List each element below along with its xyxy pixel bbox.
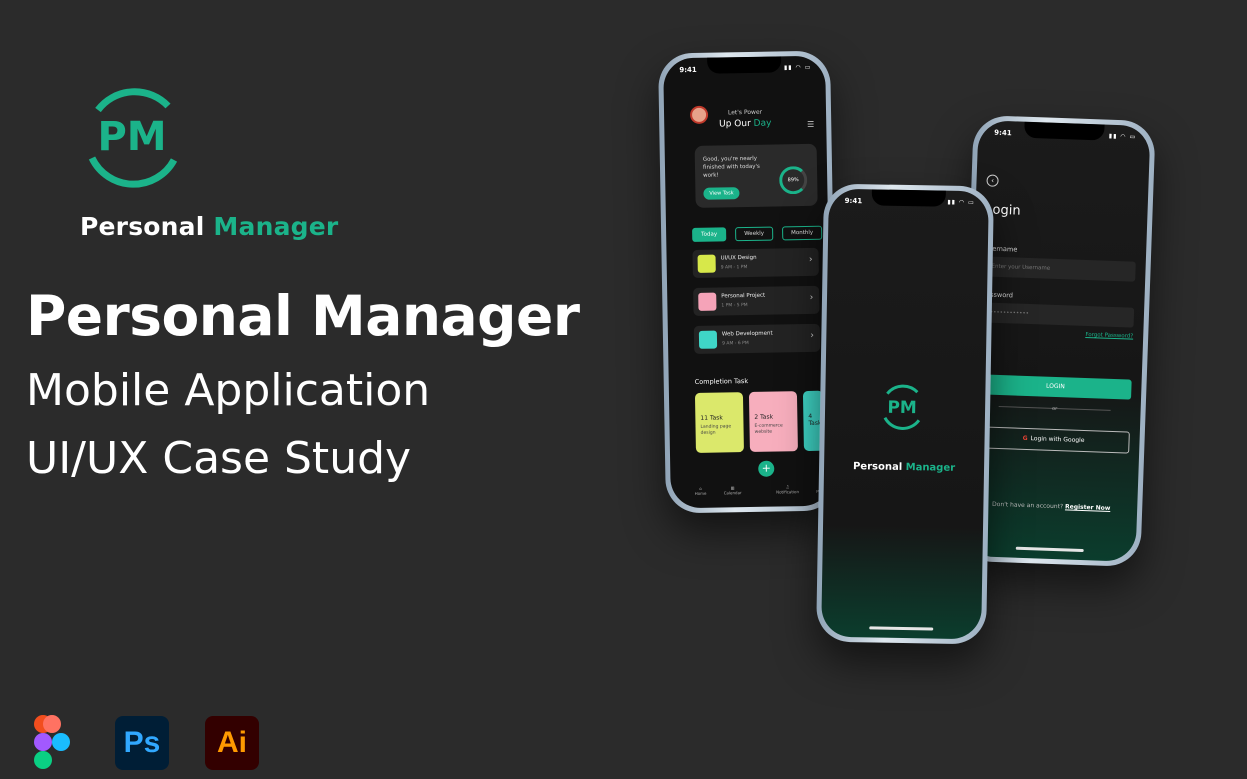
task-time: 1 PM - 5 PM: [721, 303, 748, 309]
task-time: 9 AM - 6 PM: [722, 340, 749, 347]
headline-subtitle-1: Mobile Application: [26, 365, 431, 416]
tab-monthly[interactable]: Monthly: [782, 225, 823, 241]
nav-home-label: Home: [694, 490, 707, 496]
tab-weekly[interactable]: Weekly: [735, 226, 774, 242]
task-item[interactable]: Web Development 9 AM - 6 PM ›: [693, 323, 821, 354]
task-title: Personal Project: [721, 292, 766, 300]
view-task-button[interactable]: View Task: [703, 187, 740, 200]
nav-calendar-label: Calendar: [723, 490, 742, 496]
status-time: 9:41: [844, 196, 863, 206]
chevron-right-icon: ›: [810, 330, 815, 341]
password-input[interactable]: ••••••••••••: [981, 302, 1135, 328]
task-thumbnail: [697, 254, 716, 273]
headline-subtitle-2: UI/UX Case Study: [26, 433, 412, 484]
progress-ring: 89%: [778, 165, 808, 195]
splash-brand-part1: Personal: [852, 461, 903, 473]
status-time: 9:41: [994, 128, 1012, 138]
task-thumbnail: [698, 292, 717, 311]
splash-logo: PM: [883, 384, 921, 430]
phone-home-mockup: 9:41 ▮▮ ◠ ▭ Let's Power Up Our Day ☰ Goo…: [657, 50, 839, 514]
period-tabs: Today Weekly Monthly: [692, 225, 823, 242]
nav-notification[interactable]: ♫ Notification: [776, 484, 799, 494]
completion-card[interactable]: 11 Task Landing page design: [694, 392, 744, 453]
nav-home[interactable]: ⌂ Home: [695, 486, 707, 496]
svg-text:PM: PM: [887, 398, 917, 419]
google-icon: G: [1022, 434, 1028, 443]
task-thumbnail: [698, 330, 718, 349]
nav-notification-label: Notification: [776, 489, 800, 495]
greeting-small: Let's Power: [727, 108, 763, 117]
task-item[interactable]: Personal Project 1 PM - 5 PM ›: [693, 285, 820, 316]
greeting-main-text: Up Our: [719, 118, 751, 130]
bottom-nav: ⌂Home ▦Calendar ♫Notification ☺Profile: [695, 484, 829, 496]
register-link[interactable]: Register Now: [1065, 503, 1111, 512]
completion-card-sub: Landing page design: [700, 424, 732, 436]
no-account-text: Don't have an account?: [991, 500, 1064, 511]
chevron-right-icon: ›: [809, 292, 814, 303]
progress-card: Good, you're nearly finished with today'…: [694, 143, 818, 208]
username-input[interactable]: Enter your Username: [983, 256, 1136, 282]
splash-brand: Personal Manager: [824, 461, 984, 475]
chevron-right-icon: ›: [808, 254, 813, 265]
task-title: UI/UX Design: [720, 254, 757, 262]
status-icons: ▮▮ ◠ ▭: [947, 198, 975, 207]
greeting-accent: Day: [753, 118, 772, 129]
svg-text:PM: PM: [97, 114, 166, 160]
home-screen: 9:41 ▮▮ ◠ ▭ Let's Power Up Our Day ☰ Goo…: [663, 55, 833, 509]
personal-manager-logo: PM: [88, 88, 178, 188]
status-icons: ▮▮ ◠ ▭: [783, 63, 812, 72]
splash-brand-part2: Manager: [905, 462, 956, 474]
login-screen: 9:41 ▮▮ ◠ ▭ ‹ Login Username Enter your …: [963, 120, 1151, 562]
task-title: Web Development: [721, 330, 773, 338]
register-prompt: Don't have an account? Register Now: [965, 500, 1137, 513]
notch: [871, 189, 946, 207]
nav-calendar[interactable]: ▦ Calendar: [724, 485, 742, 495]
google-login-button[interactable]: G Login with Google: [977, 426, 1130, 454]
or-divider: or: [998, 406, 1111, 412]
phone-splash-mockup: 9:41 ▮▮ ◠ ▭ PM Personal Manager: [816, 183, 994, 645]
completion-card[interactable]: 2 Task E-commerce website: [748, 391, 798, 452]
back-icon[interactable]: ‹: [986, 174, 999, 187]
completion-title: Completion Task: [694, 377, 749, 386]
greeting-main: Up Our Day: [664, 118, 826, 131]
completion-card-title: 11 Task: [700, 414, 723, 422]
filter-icon[interactable]: ☰: [807, 120, 814, 129]
illustrator-icon: Ai: [205, 716, 259, 770]
completion-card-title: 2 Task: [754, 413, 774, 421]
brand-name-part1: Personal: [80, 212, 205, 241]
task-item[interactable]: UI/UX Design 9 AM - 1 PM ›: [692, 247, 819, 278]
home-indicator: [869, 626, 934, 631]
google-login-label: Login with Google: [1030, 435, 1085, 445]
figma-icon: [30, 715, 74, 770]
brand-name: Personal Manager: [80, 212, 338, 241]
add-task-button[interactable]: +: [758, 460, 775, 477]
home-indicator: [1015, 546, 1085, 553]
brand-name-part2: Manager: [213, 212, 339, 241]
task-time: 9 AM - 1 PM: [720, 265, 748, 271]
forgot-password-link[interactable]: Forgot Password?: [1085, 332, 1133, 340]
notch: [1024, 121, 1105, 141]
progress-text: Good, you're nearly finished with today'…: [702, 155, 760, 179]
status-icons: ▮▮ ◠ ▭: [1108, 132, 1137, 141]
photoshop-icon: Ps: [115, 716, 169, 770]
status-time: 9:41: [679, 65, 697, 75]
tab-today[interactable]: Today: [692, 227, 727, 242]
headline-title: Personal Manager: [26, 284, 580, 348]
completion-card-sub: E-commerce website: [754, 423, 783, 435]
notch: [706, 56, 782, 74]
splash-screen: 9:41 ▮▮ ◠ ▭ PM Personal Manager: [821, 188, 989, 640]
login-button[interactable]: LOGIN: [979, 374, 1132, 400]
